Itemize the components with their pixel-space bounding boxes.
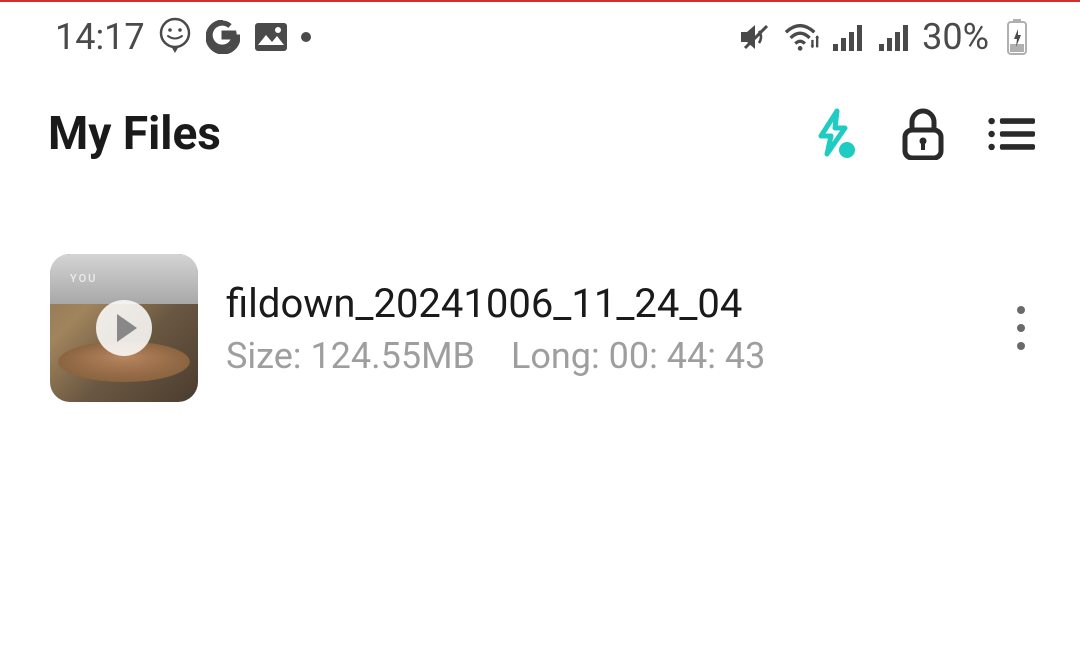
header-actions [811,110,1035,158]
location-smiley-icon [157,19,193,55]
lightning-icon[interactable] [811,110,859,158]
status-bar-right: 30% [738,16,1035,58]
lock-icon[interactable] [899,110,947,158]
signal-2-icon [876,19,912,55]
status-bar: 14:17 [0,2,1080,72]
battery-icon [999,19,1035,55]
file-menu-button[interactable] [1007,296,1035,360]
google-icon [205,19,241,55]
file-thumbnail[interactable]: YOU [50,254,198,402]
page-title: My Files [48,107,221,161]
app-header: My Files [0,72,1080,186]
file-name: fildown_20241006_11_24_04 [226,280,979,327]
file-info: fildown_20241006_11_24_04 Size: 124.55MB… [226,280,979,377]
play-icon [96,300,152,356]
thumbnail-tag: YOU [70,272,97,285]
file-duration: Long: 00: 44: 43 [511,335,765,377]
file-meta: Size: 124.55MB Long: 00: 44: 43 [226,335,979,377]
file-list: YOU fildown_20241006_11_24_04 Size: 124.… [0,186,1080,410]
battery-percent: 30% [922,16,989,58]
file-size: Size: 124.55MB [226,335,475,377]
photo-icon [253,19,289,55]
status-more-dot [301,32,311,42]
status-bar-left: 14:17 [55,16,311,58]
status-time: 14:17 [55,16,145,58]
mute-icon [738,19,774,55]
wifi-icon [784,19,820,55]
list-view-icon[interactable] [987,110,1035,158]
signal-1-icon [830,19,866,55]
file-item[interactable]: YOU fildown_20241006_11_24_04 Size: 124.… [50,246,1035,410]
